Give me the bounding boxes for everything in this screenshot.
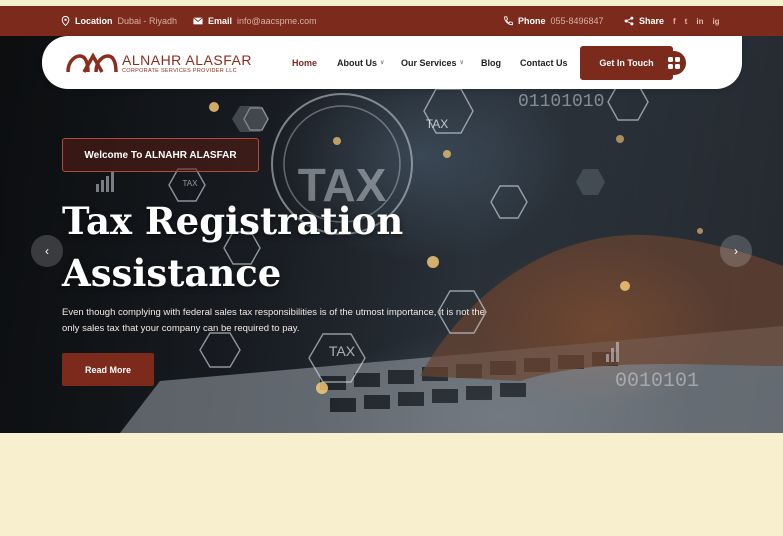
chevron-down-icon: ∨: [459, 60, 464, 66]
facebook-icon[interactable]: f: [673, 17, 676, 26]
nav-contact-label: Contact Us: [520, 57, 568, 68]
location-pin-icon: [61, 16, 70, 26]
welcome-badge: Welcome To ALNAHR ALASFAR: [62, 138, 259, 172]
hex-solid: [576, 169, 605, 195]
svg-text:01101010: 01101010: [518, 92, 604, 112]
grid-icon: [668, 57, 680, 69]
nav-blog[interactable]: Blog: [481, 36, 501, 89]
nav-about[interactable]: About Us ∨: [337, 36, 384, 89]
location-info: Location Dubai - Riyadh: [61, 6, 177, 36]
phone-value[interactable]: 055-8496847: [551, 16, 604, 26]
brand-logo-icon[interactable]: [66, 52, 118, 74]
nav-blog-label: Blog: [481, 57, 501, 68]
chevron-left-icon: ‹: [45, 244, 49, 258]
share-icon: [624, 16, 634, 26]
chevron-down-icon: ∨: [380, 60, 385, 66]
brand-tagline: CORPORATE SERVICES PROVIDER LLC: [122, 68, 237, 74]
nav-services-label: Our Services: [401, 57, 457, 68]
social-links: f t in ig: [673, 6, 720, 36]
hero-title: Tax Registration Assistance: [62, 195, 502, 299]
prev-slide-button[interactable]: ‹: [31, 235, 63, 267]
phone-icon: [504, 16, 513, 26]
get-in-touch-button[interactable]: Get In Touch: [580, 46, 673, 80]
email-label: Email: [208, 16, 233, 26]
tax-hex-text: TAX: [426, 117, 448, 131]
menu-grid-button[interactable]: [662, 51, 686, 75]
instagram-icon[interactable]: ig: [712, 17, 719, 26]
hero-title-line1: Tax Registration: [62, 199, 404, 243]
location-value: Dubai - Riyadh: [117, 16, 178, 26]
hero-description: Even though complying with federal sales…: [62, 307, 485, 334]
phone-info[interactable]: Phone 055-8496847: [503, 6, 604, 36]
nav-home[interactable]: Home: [292, 36, 317, 89]
nav-contact[interactable]: Contact Us: [520, 36, 568, 89]
hero-title-line2: Assistance: [62, 251, 282, 295]
twitter-icon[interactable]: t: [685, 17, 688, 26]
chevron-right-icon: ›: [734, 244, 738, 258]
read-more-button[interactable]: Read More: [62, 353, 154, 386]
nav-services[interactable]: Our Services ∨: [401, 36, 464, 89]
tax-hex-text-lower: TAX: [329, 343, 356, 359]
envelope-icon: [193, 17, 203, 25]
share-label: Share: [639, 16, 665, 26]
tax-hex-text-small: TAX: [183, 179, 199, 188]
nav-home-label: Home: [292, 57, 318, 68]
nav-about-label: About Us: [337, 57, 377, 68]
brand-name[interactable]: ALNAHR ALASFAR: [122, 52, 252, 68]
top-info-bar: Location Dubai - Riyadh Email info@aacsp…: [0, 6, 783, 36]
svg-text:0010101: 0010101: [615, 370, 699, 393]
next-slide-button[interactable]: ›: [720, 235, 752, 267]
main-navbar: ALNAHR ALASFAR CORPORATE SERVICES PROVID…: [42, 36, 742, 89]
email-info[interactable]: Email info@aacspme.com: [193, 6, 317, 36]
linkedin-icon[interactable]: in: [696, 17, 703, 26]
phone-label: Phone: [518, 16, 546, 26]
location-label: Location: [75, 16, 113, 26]
email-value[interactable]: info@aacspme.com: [237, 16, 317, 26]
share-info: Share: [624, 6, 664, 36]
